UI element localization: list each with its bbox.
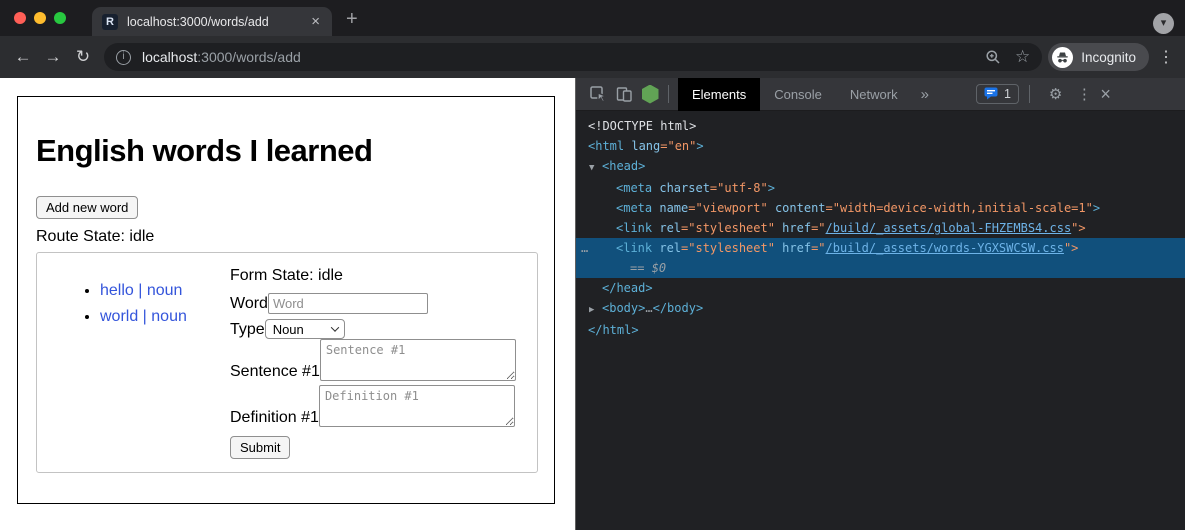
devtools-menu-icon[interactable]: ⋮ xyxy=(1076,85,1092,103)
inspect-element-icon[interactable] xyxy=(585,81,611,107)
dom-tree-node[interactable]: </html> xyxy=(576,320,1185,340)
back-button[interactable]: ← xyxy=(8,47,38,67)
incognito-icon xyxy=(1052,47,1073,68)
browser-content: English words I learned Add new word Rou… xyxy=(0,78,1185,530)
toolbar-divider xyxy=(1029,85,1030,103)
browser-toolbar: ← → ↻ i localhost:3000/words/add ☆ Incog… xyxy=(0,36,1185,78)
window-minimize-button[interactable] xyxy=(34,12,46,24)
incognito-label: Incognito xyxy=(1081,50,1136,65)
dom-tree-node[interactable]: <meta charset="utf-8"> xyxy=(576,178,1185,198)
word-list-item: world | noun xyxy=(100,304,230,330)
app-container: English words I learned Add new word Rou… xyxy=(17,96,555,504)
extension-hexagon-icon[interactable] xyxy=(637,81,663,107)
issues-bubble-icon xyxy=(984,87,998,101)
dom-tree-node[interactable]: <html lang="en"> xyxy=(576,136,1185,156)
window-close-button[interactable] xyxy=(14,12,26,24)
stylesheet-link[interactable]: /build/_assets/global-FHZEMBS4.css xyxy=(826,221,1072,235)
word-link[interactable]: world | noun xyxy=(100,308,187,325)
devtools-tab-elements[interactable]: Elements xyxy=(678,78,760,111)
word-form: Form State: idle Word Type Noun xyxy=(230,253,537,472)
window-fullscreen-button[interactable] xyxy=(54,12,66,24)
window-controls xyxy=(14,12,66,24)
issues-count: 1 xyxy=(1004,87,1011,101)
dom-tree-node[interactable]: ▼<head> xyxy=(576,156,1185,178)
web-page: English words I learned Add new word Rou… xyxy=(0,78,575,530)
page-title: English words I learned xyxy=(36,133,554,169)
node-menu-ellipsis-icon[interactable]: … xyxy=(581,238,588,258)
type-label: Type xyxy=(230,321,265,339)
more-tabs-icon[interactable]: » xyxy=(912,78,938,111)
word-link[interactable]: hello | noun xyxy=(100,282,182,299)
route-state-text: Route State: idle xyxy=(36,228,554,246)
issues-counter[interactable]: 1 xyxy=(976,84,1019,104)
expand-arrow-icon[interactable]: ▼ xyxy=(589,158,602,178)
dom-tree-node[interactable]: …<link rel="stylesheet" href="/build/_as… xyxy=(576,238,1185,258)
dom-tree-node[interactable]: <!DOCTYPE html> xyxy=(576,116,1185,136)
site-info-icon[interactable]: i xyxy=(116,50,131,65)
dom-tree-node[interactable]: ▶<body>…</body> xyxy=(576,298,1185,320)
tab-search-button[interactable]: ▾ xyxy=(1153,13,1174,34)
bookmark-star-icon[interactable]: ☆ xyxy=(1015,47,1030,67)
type-select[interactable]: Noun xyxy=(265,319,345,339)
dom-tree-node[interactable]: <link rel="stylesheet" href="/build/_ass… xyxy=(576,218,1185,238)
toolbar-divider xyxy=(668,85,669,103)
add-new-word-button[interactable]: Add new word xyxy=(36,196,138,219)
dom-tree-node[interactable]: == $0 xyxy=(576,258,1185,278)
devtools-toolbar: ElementsConsoleNetwork » 1 ⚙ ⋮ × xyxy=(576,78,1185,111)
definition-label: Definition #1 xyxy=(230,409,319,427)
tab-title: localhost:3000/words/add xyxy=(127,15,309,29)
devtools-tabs: ElementsConsoleNetwork xyxy=(678,78,912,111)
devtools-tab-network[interactable]: Network xyxy=(836,78,912,111)
new-tab-button[interactable]: + xyxy=(346,7,358,31)
address-bar[interactable]: i localhost:3000/words/add ☆ xyxy=(104,43,1042,71)
form-state-text: Form State: idle xyxy=(230,267,525,285)
word-input[interactable] xyxy=(268,293,428,314)
submit-button[interactable]: Submit xyxy=(230,436,290,459)
word-label: Word xyxy=(230,295,268,313)
zoom-icon[interactable] xyxy=(985,49,1001,65)
type-select-value: Noun xyxy=(273,322,304,337)
browser-window: R localhost:3000/words/add × + ▾ ← → ↻ i… xyxy=(0,0,1185,530)
url-text: localhost:3000/words/add xyxy=(142,49,985,65)
titlebar: R localhost:3000/words/add × + ▾ xyxy=(0,0,1185,36)
word-list: hello | noun world | noun xyxy=(37,278,230,330)
dom-tree-node[interactable]: <meta name="viewport" content="width=dev… xyxy=(576,198,1185,218)
words-panel: hello | noun world | noun Form State: idl… xyxy=(36,252,538,473)
select-chevron-icon xyxy=(330,323,338,331)
incognito-badge: Incognito xyxy=(1048,43,1149,71)
forward-button[interactable]: → xyxy=(38,47,68,67)
sentence-textarea[interactable] xyxy=(320,339,516,381)
devtools-close-icon[interactable]: × xyxy=(1100,84,1111,105)
stylesheet-link[interactable]: /build/_assets/words-YGXSWCSW.css xyxy=(826,241,1064,255)
devtools-tab-console[interactable]: Console xyxy=(760,78,836,111)
definition-textarea[interactable] xyxy=(319,385,515,427)
dom-tree-node[interactable]: </head> xyxy=(576,278,1185,298)
word-list-column: hello | noun world | noun xyxy=(37,253,230,472)
word-list-item: hello | noun xyxy=(100,278,230,304)
settings-gear-icon[interactable]: ⚙ xyxy=(1049,85,1062,103)
device-toolbar-icon[interactable] xyxy=(611,81,637,107)
browser-tab[interactable]: R localhost:3000/words/add × xyxy=(92,7,332,36)
tab-close-icon[interactable]: × xyxy=(309,14,322,29)
remix-favicon-icon: R xyxy=(102,14,118,30)
reload-button[interactable]: ↻ xyxy=(68,47,98,67)
browser-menu-icon[interactable]: ⋮ xyxy=(1155,47,1177,67)
expand-arrow-icon[interactable]: ▶ xyxy=(589,300,602,320)
devtools-panel: ElementsConsoleNetwork » 1 ⚙ ⋮ × <!DOCTY… xyxy=(575,78,1185,530)
dom-tree: <!DOCTYPE html><html lang="en">▼<head><m… xyxy=(576,111,1185,340)
sentence-label: Sentence #1 xyxy=(230,363,320,381)
